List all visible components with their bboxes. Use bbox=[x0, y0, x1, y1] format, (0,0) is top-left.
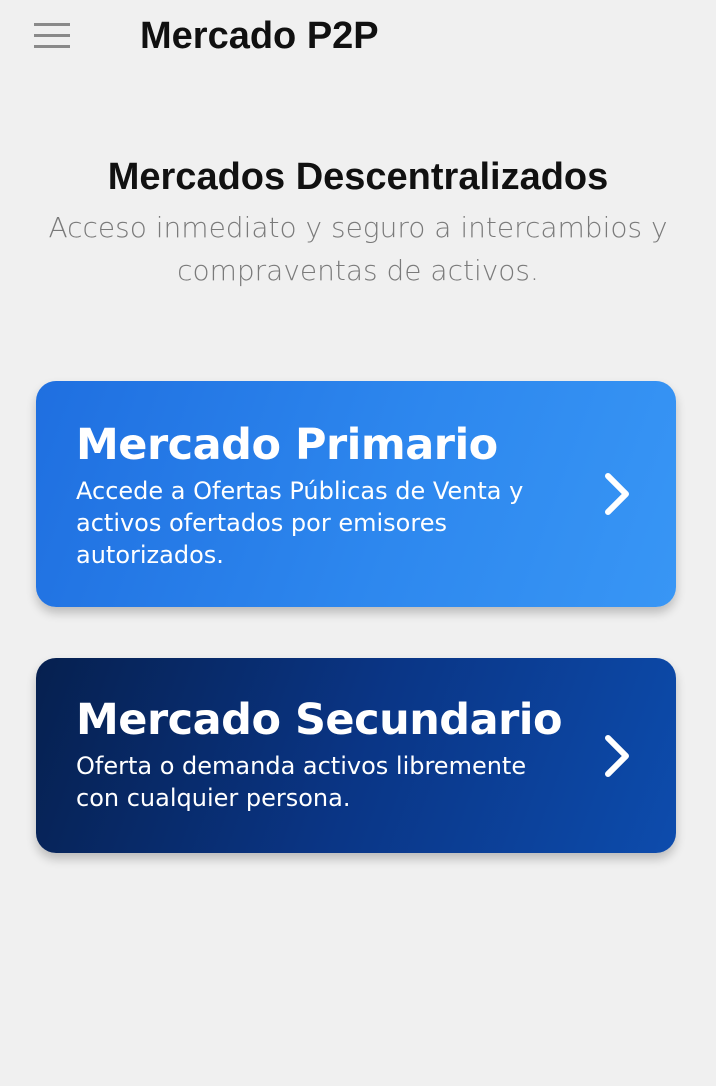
secondary-market-description: Oferta o demanda activos libremente con … bbox=[76, 752, 527, 812]
app-bar: Mercado P2P bbox=[0, 0, 716, 72]
page-subtitle: Acceso inmediato y seguro a intercambios… bbox=[48, 211, 668, 287]
primary-market-title: Mercado Primario bbox=[76, 420, 498, 470]
chevron-right-icon bbox=[600, 470, 636, 518]
hero-section: Mercados Descentralizados Acceso inmedia… bbox=[0, 152, 716, 292]
secondary-market-title: Mercado Secundario bbox=[76, 695, 563, 745]
menu-button[interactable] bbox=[26, 14, 78, 58]
primary-market-card[interactable]: Mercado Primario Accede a Ofertas Públic… bbox=[36, 381, 676, 607]
page-title: Mercados Descentralizados bbox=[107, 156, 609, 198]
primary-market-description: Accede a Ofertas Públicas de Venta y act… bbox=[76, 477, 524, 569]
hamburger-menu-icon bbox=[34, 23, 70, 48]
app-title: Mercado P2P bbox=[140, 15, 379, 57]
secondary-market-card[interactable]: Mercado Secundario Oferta o demanda acti… bbox=[36, 658, 676, 853]
chevron-right-icon bbox=[600, 732, 636, 780]
